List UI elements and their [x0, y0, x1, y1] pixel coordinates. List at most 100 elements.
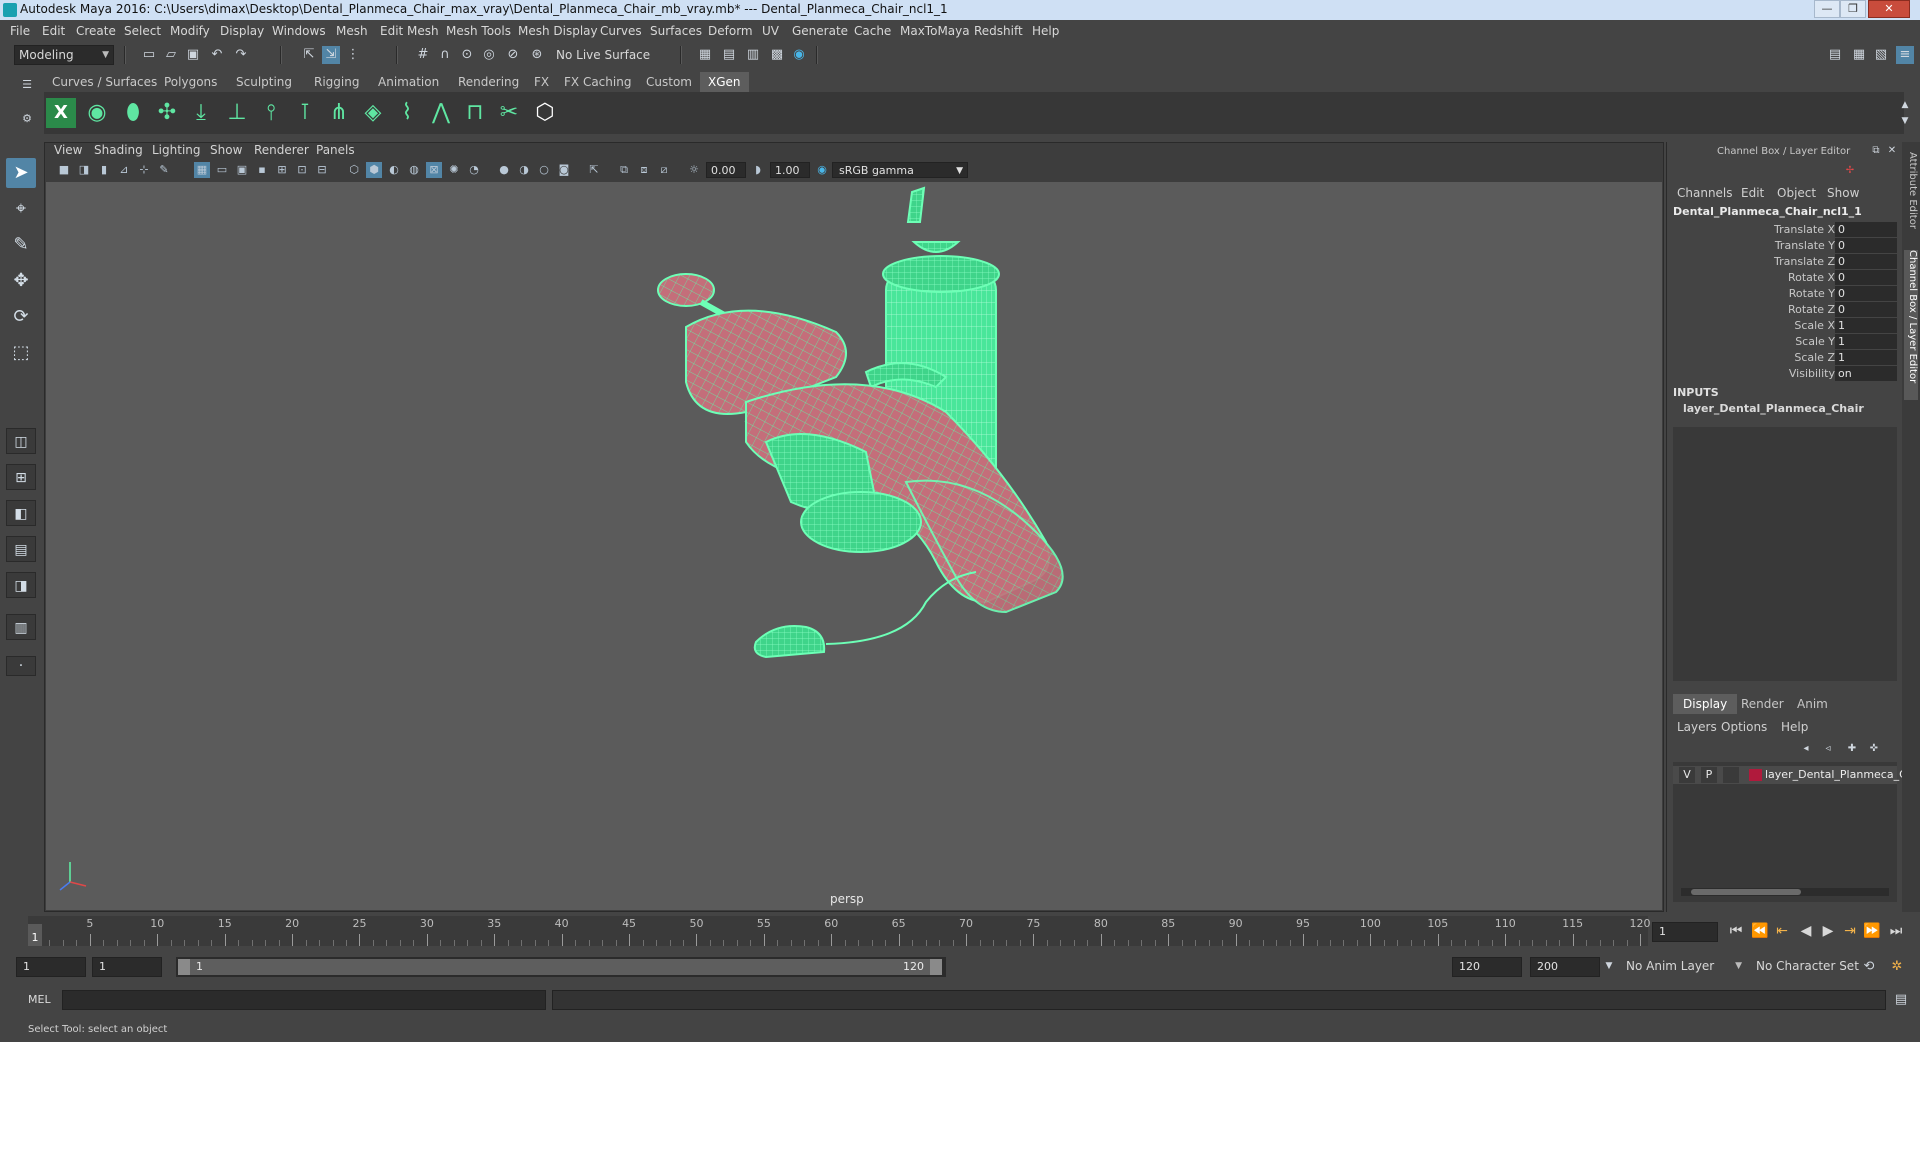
layer-visibility-toggle[interactable]: V	[1679, 767, 1695, 783]
channel-value-field[interactable]: 0	[1835, 270, 1897, 285]
persp-outliner-layout-icon[interactable]: ◨	[6, 572, 36, 598]
xgen-comb-icon[interactable]: ⋀	[426, 98, 456, 128]
playback-end-field[interactable]: 120	[1452, 957, 1522, 977]
menu-surfaces[interactable]: Surfaces	[650, 24, 702, 38]
step-back-key-icon[interactable]: ⇤	[1772, 922, 1792, 940]
shelf-tab-curves-surfaces[interactable]: Curves / Surfaces	[44, 72, 165, 92]
selected-object-name[interactable]: Dental_Planmeca_Chair_ncl1_1	[1673, 205, 1862, 218]
attribute-editor-toggle-icon[interactable]: ▦	[1850, 46, 1868, 64]
color-space-dropdown[interactable]: sRGB gamma ▼	[832, 162, 968, 178]
shelf-menu-icon[interactable]: ☰	[18, 76, 36, 94]
minimize-button[interactable]: —	[1814, 0, 1840, 18]
menu-create[interactable]: Create	[76, 24, 116, 38]
bookmarks-icon[interactable]: ▮	[96, 162, 112, 178]
viewport-menu-shading[interactable]: Shading	[94, 143, 143, 157]
shadows-icon[interactable]: ◔	[466, 162, 482, 178]
menu-select[interactable]: Select	[124, 24, 161, 38]
current-frame-field[interactable]: 1	[1652, 922, 1718, 942]
shelf-tab-fx-caching[interactable]: FX Caching	[556, 72, 639, 92]
layer-tab-display[interactable]: Display	[1673, 694, 1738, 714]
render-settings-icon[interactable]: ▥	[744, 46, 762, 64]
scrollbar-thumb[interactable]	[1691, 889, 1801, 895]
input-node-item[interactable]: layer_Dental_Planmeca_Chair	[1683, 402, 1864, 415]
playback-start-field[interactable]: 1	[92, 957, 162, 977]
step-forward-key-icon[interactable]: ⇥	[1840, 922, 1860, 940]
channel-menu-show[interactable]: Show	[1827, 186, 1859, 200]
channel-value-field[interactable]: on	[1835, 366, 1897, 381]
xray-active-icon[interactable]: ⧈	[636, 162, 652, 178]
gamma-field[interactable]: 1.00	[770, 162, 810, 178]
close-button[interactable]: ✕	[1868, 0, 1910, 18]
mode-selector[interactable]: Modeling ▼	[14, 45, 114, 65]
layer-menu-layers[interactable]: Layers	[1677, 720, 1717, 734]
menu-mesh-display[interactable]: Mesh Display	[518, 24, 598, 38]
lights-icon[interactable]: ✺	[446, 162, 462, 178]
maximize-button[interactable]: ❐	[1840, 0, 1866, 18]
go-to-start-icon[interactable]: ⏮	[1726, 922, 1746, 940]
shelf-tab-animation[interactable]: Animation	[370, 72, 447, 92]
render-frame-icon[interactable]: ▦	[696, 46, 714, 64]
persp-graph-layout-icon[interactable]: ▤	[6, 536, 36, 562]
four-view-layout-icon[interactable]: ⊞	[6, 464, 36, 490]
isolate-select-icon[interactable]: ⇱	[586, 162, 602, 178]
range-slider-end-handle[interactable]	[930, 959, 942, 975]
screen-space-ao-icon[interactable]: ●	[496, 162, 512, 178]
step-back-icon[interactable]: ⏪	[1750, 922, 1770, 940]
wireframe-on-shaded-icon[interactable]: ◐	[386, 162, 402, 178]
select-tool-icon[interactable]: ➤	[6, 158, 36, 188]
channel-value-field[interactable]: 0	[1835, 222, 1897, 237]
layer-list-scrollbar[interactable]	[1681, 888, 1889, 896]
shelf-tab-rendering[interactable]: Rendering	[450, 72, 527, 92]
auto-key-icon[interactable]: ⟲	[1860, 958, 1878, 976]
animation-preferences-icon[interactable]: ✲	[1888, 958, 1906, 976]
layer-name[interactable]: layer_Dental_Planmeca_C	[1765, 768, 1907, 781]
viewport-menu-show[interactable]: Show	[210, 143, 242, 157]
channel-box-toggle-icon[interactable]: ≡	[1896, 46, 1914, 64]
image-plane-icon[interactable]: ⊿	[116, 162, 132, 178]
open-scene-icon[interactable]: ▱	[162, 46, 180, 64]
range-slider[interactable]: 1 120	[176, 957, 946, 977]
textured-icon[interactable]: ◍	[406, 162, 422, 178]
menu-generate[interactable]: Generate	[792, 24, 848, 38]
anim-layer-dropdown[interactable]: No Anim Layer ▼	[1622, 957, 1746, 977]
single-perspective-layout-icon[interactable]: ◫	[6, 428, 36, 454]
viewport-menu-lighting[interactable]: Lighting	[152, 143, 201, 157]
layer-menu-options[interactable]: Options	[1721, 720, 1767, 734]
current-frame-marker[interactable]: 1	[28, 924, 42, 946]
viewport-menu-panels[interactable]: Panels	[316, 143, 355, 157]
script-editor-icon[interactable]: ▤	[1892, 991, 1910, 1009]
layer-playback-toggle[interactable]: P	[1701, 767, 1717, 783]
menu-mesh-tools[interactable]: Mesh Tools	[446, 24, 511, 38]
undo-icon[interactable]: ↶	[208, 46, 226, 64]
layer-tab-render[interactable]: Render	[1731, 694, 1794, 714]
animation-end-field[interactable]: 200	[1530, 957, 1600, 977]
select-component-icon[interactable]: ⋮	[344, 46, 362, 64]
xgen-preview-icon[interactable]: ◉	[82, 98, 112, 128]
channel-menu-channels[interactable]: Channels	[1677, 186, 1733, 200]
wireframe-icon[interactable]: ⬡	[346, 162, 362, 178]
xgen-create-description-icon[interactable]: ⬮	[118, 98, 148, 128]
grease-pencil-icon[interactable]: ✎	[156, 162, 172, 178]
menu-maxtomaya[interactable]: MaxToMaya	[900, 24, 970, 38]
channel-value-field[interactable]: 1	[1835, 318, 1897, 333]
shelf-scroll-down-icon[interactable]: ▼	[1896, 112, 1914, 130]
snap-view-icon[interactable]: ⊘	[504, 46, 522, 64]
menu-help[interactable]: Help	[1032, 24, 1059, 38]
snap-projected-icon[interactable]: ◎	[480, 46, 498, 64]
menu-cache[interactable]: Cache	[854, 24, 891, 38]
xgen-sculpt-guide-icon[interactable]: ⫯	[256, 98, 286, 128]
depth-of-field-icon[interactable]: ◙	[556, 162, 572, 178]
layer-row[interactable]: V P layer_Dental_Planmeca_C	[1673, 766, 1907, 784]
exposure-field[interactable]: 0.00	[706, 162, 746, 178]
go-to-end-icon[interactable]: ⏭	[1886, 922, 1906, 940]
snap-grid-icon[interactable]: #	[414, 46, 432, 64]
layer-menu-help[interactable]: Help	[1781, 720, 1808, 734]
snap-curve-icon[interactable]: ∩	[436, 46, 454, 64]
live-surface-field[interactable]: No Live Surface	[552, 46, 652, 64]
hypershade-icon[interactable]: ▩	[768, 46, 786, 64]
rotate-tool-icon[interactable]: ⟳	[6, 302, 36, 332]
channel-value-field[interactable]: 1	[1835, 334, 1897, 349]
paint-select-tool-icon[interactable]: ✎	[6, 230, 36, 260]
redo-icon[interactable]: ↷	[232, 46, 250, 64]
exposure-icon[interactable]: ☼	[686, 162, 702, 178]
